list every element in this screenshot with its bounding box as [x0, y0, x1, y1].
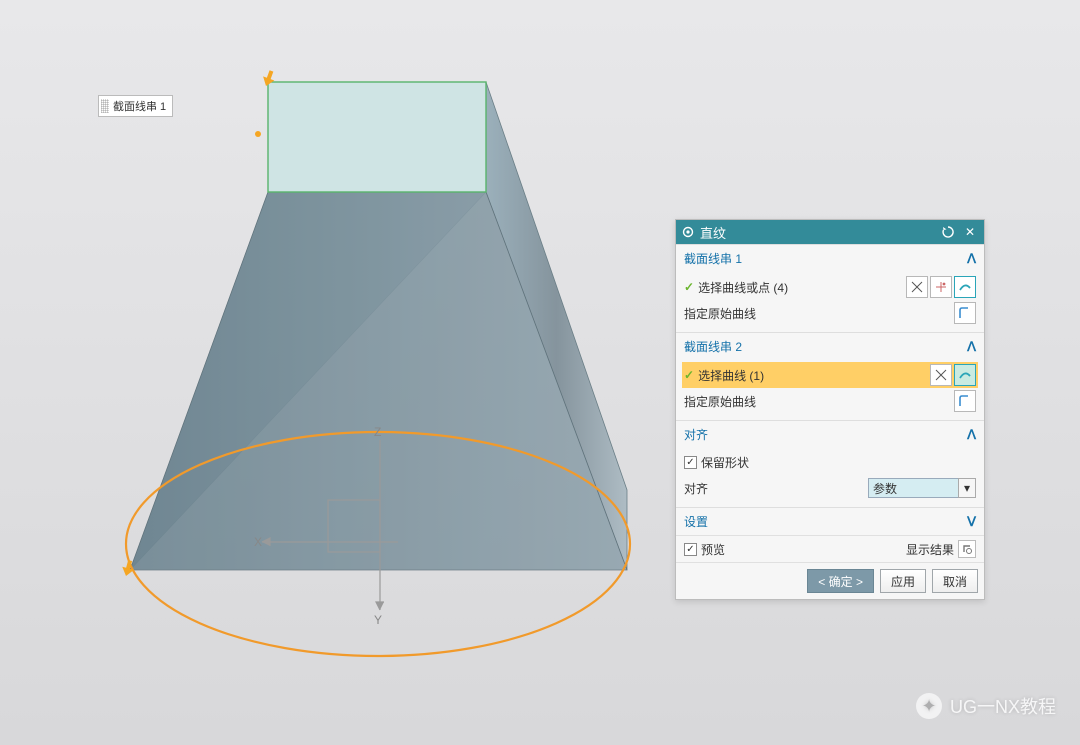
dialog-title: 直纹	[700, 223, 936, 242]
chevron-down-icon: ▾	[958, 478, 976, 498]
sketch-icon[interactable]	[954, 390, 976, 412]
svg-text:Y: Y	[374, 613, 382, 627]
check-icon: ✓	[684, 368, 694, 382]
sketch-icon[interactable]	[954, 302, 976, 324]
show-result-icon[interactable]	[958, 540, 976, 558]
check-icon: ✓	[684, 280, 694, 294]
point-icon[interactable]	[930, 276, 952, 298]
intersection-icon[interactable]	[906, 276, 928, 298]
curve-icon-active[interactable]	[954, 364, 976, 386]
section-title-2: 截面线串 2	[684, 338, 742, 355]
preview-checkbox[interactable]	[684, 543, 697, 556]
chevron-up-icon: ᐱ	[967, 427, 976, 443]
dialog-titlebar[interactable]: 直纹 ✕	[676, 220, 984, 244]
select-curve-or-point-row[interactable]: ✓ 选择曲线或点 (4)	[682, 274, 978, 300]
section-title-1: 截面线串 1	[684, 250, 742, 267]
section-head-align[interactable]: 对齐 ᐱ	[676, 420, 984, 448]
chevron-up-icon: ᐱ	[967, 251, 976, 267]
curve-icon[interactable]	[954, 276, 976, 298]
ruled-surface-dialog: 直纹 ✕ 截面线串 1 ᐱ ✓ 选择曲线或点 (4) 指定原始曲线	[675, 219, 985, 600]
grip-icon	[101, 99, 109, 113]
preview-label: 预览	[701, 541, 725, 558]
specify-original-curve-row-1[interactable]: 指定原始曲线	[682, 300, 978, 326]
section-title-align: 对齐	[684, 426, 708, 443]
select-curve-label-2: 选择曲线 (1)	[698, 367, 928, 384]
scene-label[interactable]: 截面线串 1	[98, 95, 173, 117]
scene-label-text: 截面线串 1	[113, 98, 166, 114]
spec-label-2: 指定原始曲线	[684, 393, 952, 410]
align-select[interactable]: 参数 ▾	[868, 478, 976, 498]
wechat-icon: ✦	[916, 693, 942, 719]
ok-button[interactable]: < 确定 >	[807, 569, 874, 593]
select-curve-row-2[interactable]: ✓ 选择曲线 (1)	[682, 362, 978, 388]
watermark-text: UG一NX教程	[950, 693, 1056, 719]
section-head-1[interactable]: 截面线串 1 ᐱ	[676, 244, 984, 272]
cancel-button[interactable]: 取消	[932, 569, 978, 593]
reset-icon[interactable]	[938, 222, 958, 242]
intersection-icon[interactable]	[930, 364, 952, 386]
show-result-label: 显示结果	[906, 541, 954, 558]
specify-original-curve-row-2[interactable]: 指定原始曲线	[682, 388, 978, 414]
section-head-2[interactable]: 截面线串 2 ᐱ	[676, 332, 984, 360]
chevron-up-icon: ᐱ	[967, 339, 976, 355]
align-select-value: 参数	[873, 480, 897, 497]
chevron-down-icon: ᐯ	[967, 514, 976, 530]
keep-shape-checkbox[interactable]	[684, 456, 697, 469]
align-label: 对齐	[684, 480, 862, 497]
close-icon[interactable]: ✕	[960, 222, 980, 242]
apply-button[interactable]: 应用	[880, 569, 926, 593]
svg-text:Z: Z	[374, 425, 381, 439]
section-title-settings: 设置	[684, 513, 708, 530]
gear-icon	[682, 226, 694, 238]
select-curve-label-1: 选择曲线或点 (4)	[698, 279, 904, 296]
watermark: ✦ UG一NX教程	[916, 693, 1056, 719]
spec-label-1: 指定原始曲线	[684, 305, 952, 322]
svg-text:X: X	[254, 535, 262, 549]
keep-shape-label: 保留形状	[701, 454, 749, 471]
section-head-settings[interactable]: 设置 ᐯ	[676, 507, 984, 535]
keep-shape-row[interactable]: 保留形状	[682, 450, 978, 475]
